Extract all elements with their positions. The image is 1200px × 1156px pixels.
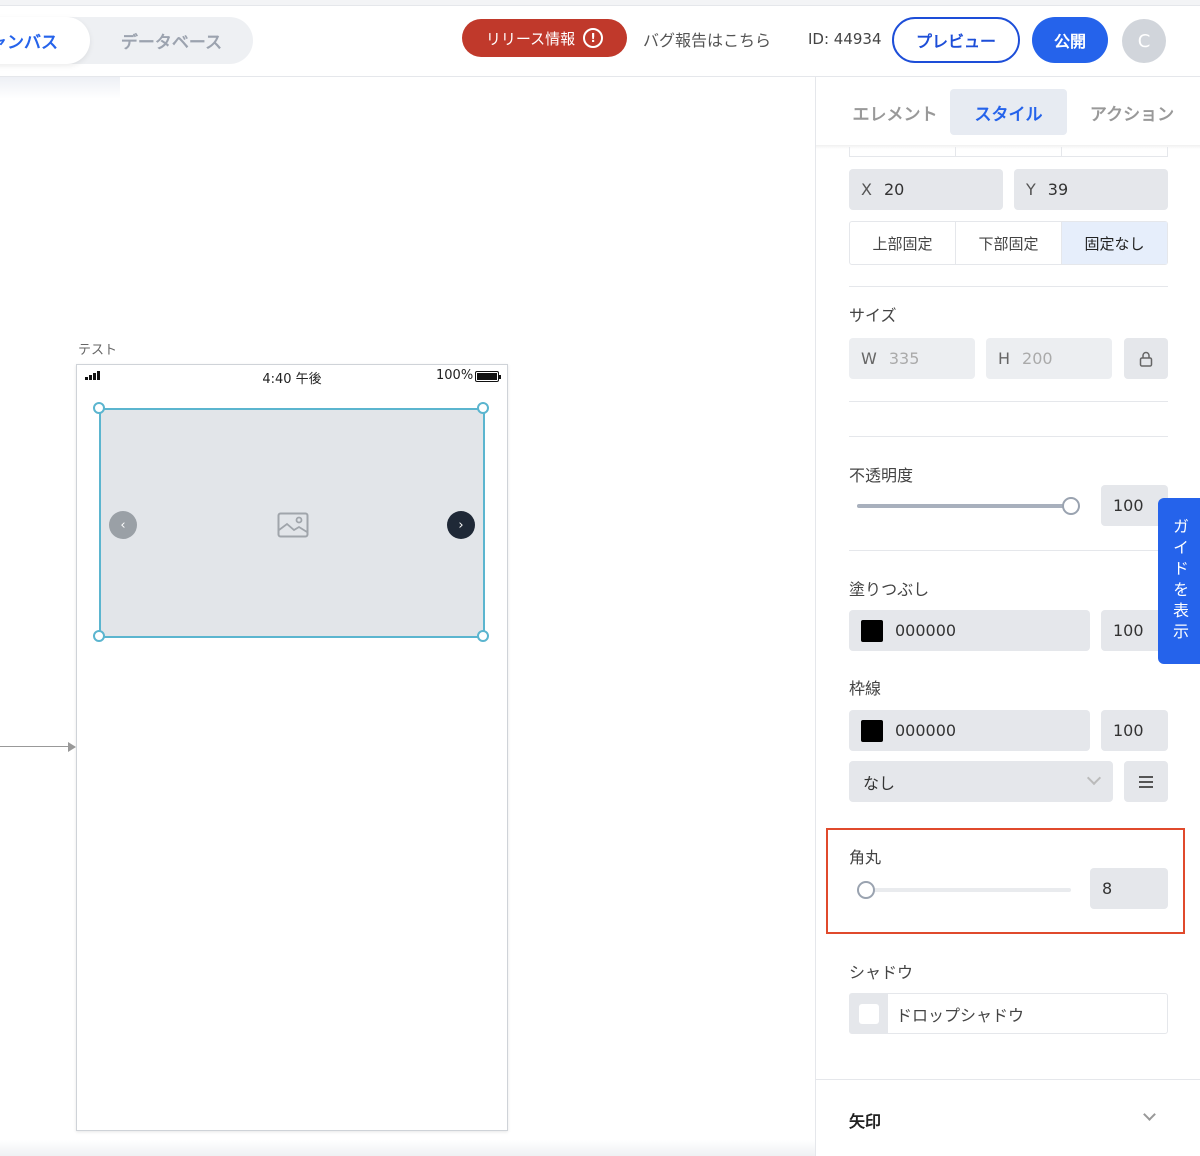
drop-shadow-option[interactable]: ドロップシャドウ [849, 993, 1168, 1034]
corner-radius-value: 8 [1102, 879, 1113, 898]
border-style-value: なし [863, 773, 896, 793]
phone-screen[interactable]: 4:40 午後 100% ‹ › [76, 364, 508, 1131]
y-value: 39 [1047, 180, 1069, 199]
opacity-value: 100 [1113, 496, 1144, 515]
opacity-slider-fill [857, 504, 1071, 508]
fill-color-value: 000000 [895, 621, 957, 640]
status-bar: 4:40 午後 100% [77, 365, 507, 387]
w-label: W [861, 349, 877, 368]
chevron-down-icon [1086, 770, 1102, 786]
anchor-bottom-option[interactable]: 下部固定 [956, 222, 1062, 264]
corner-radius-slider[interactable] [857, 881, 1071, 899]
corner-radius-input[interactable]: 8 [1090, 868, 1168, 909]
properties-panel: エレメント スタイル アクション X 20 Y 39 上部固定 下部固定 固定な… [815, 77, 1200, 1156]
resize-handle-top-left[interactable] [93, 402, 105, 414]
border-color-field[interactable]: 000000 [849, 710, 1090, 751]
release-info-label: リリース情報 [485, 29, 576, 48]
arrow-section-label: 矢印 [849, 1112, 882, 1131]
anchor-top-option[interactable]: 上部固定 [850, 222, 956, 264]
border-color-swatch[interactable] [861, 719, 883, 742]
battery-percent: 100% [436, 368, 474, 383]
border-label: 枠線 [849, 679, 882, 698]
tab-style[interactable]: スタイル [950, 89, 1067, 135]
divider [849, 550, 1168, 551]
show-guide-button[interactable]: ガイドを表示 [1158, 498, 1200, 664]
y-label: Y [1026, 180, 1036, 199]
project-id: ID: 44934 [808, 30, 882, 48]
avatar[interactable]: C [1122, 19, 1166, 63]
drop-shadow-checkbox-wrap [850, 994, 888, 1033]
canvas-shadow [0, 77, 120, 99]
top-bar: ャンバス データベース リリース情報 ! バグ報告はこちら ID: 44934 … [0, 6, 1200, 77]
divider [849, 401, 1168, 402]
bug-report-link[interactable]: バグ報告はこちら [643, 27, 771, 51]
border-style-select[interactable]: なし [849, 761, 1113, 802]
x-position-field[interactable]: X 20 [849, 169, 1003, 210]
divider [849, 286, 1168, 287]
mode-database-tab[interactable]: データベース [90, 17, 253, 64]
divider [849, 436, 1168, 437]
fill-color-field[interactable]: 000000 [849, 610, 1090, 651]
shadow-label: シャドウ [849, 963, 914, 982]
border-width-button[interactable] [1124, 761, 1168, 802]
width-field[interactable]: W 335 [849, 338, 975, 379]
opacity-slider[interactable] [857, 497, 1080, 515]
screen-label: テスト [78, 343, 118, 358]
fill-color-swatch[interactable] [861, 619, 883, 642]
connector-arrow-icon [68, 742, 76, 752]
carousel-prev-button[interactable]: ‹ [109, 511, 137, 539]
x-value: 20 [883, 180, 905, 199]
carousel-element[interactable]: ‹ › [93, 402, 489, 642]
connector-line [0, 746, 70, 747]
mode-toggle: ャンバス データベース [0, 17, 253, 64]
mode-canvas-tab[interactable]: ャンバス [0, 17, 90, 64]
resize-handle-top-right[interactable] [477, 402, 489, 414]
border-color-value: 000000 [895, 721, 957, 740]
opacity-slider-thumb[interactable] [1062, 497, 1080, 515]
lock-icon [1139, 351, 1153, 367]
drop-shadow-checkbox[interactable] [859, 1003, 879, 1024]
anchor-none-option[interactable]: 固定なし [1062, 222, 1167, 264]
tab-action[interactable]: アクション [1076, 89, 1188, 135]
anchor-segmented-control: 上部固定 下部固定 固定なし [849, 221, 1168, 265]
chevron-down-icon [1143, 1108, 1156, 1121]
battery-icon [475, 371, 501, 382]
fill-label: 塗りつぶし [849, 580, 930, 599]
panel-tabs: エレメント スタイル アクション [816, 77, 1200, 147]
h-label: H [998, 349, 1011, 368]
corner-radius-slider-thumb[interactable] [857, 881, 875, 899]
resize-handle-bottom-right[interactable] [477, 630, 489, 642]
w-value: 335 [888, 349, 920, 368]
aspect-lock-button[interactable] [1124, 338, 1168, 379]
alert-circle-icon: ! [583, 28, 604, 48]
y-position-field[interactable]: Y 39 [1014, 169, 1168, 210]
corner-radius-label: 角丸 [849, 848, 882, 867]
canvas-area[interactable]: テスト 4:40 午後 100% ‹ › [0, 77, 815, 1156]
menu-lines-icon [1139, 775, 1153, 778]
border-opacity-value: 100 [1113, 721, 1144, 740]
fill-opacity-value: 100 [1113, 621, 1144, 640]
h-value: 200 [1022, 349, 1053, 368]
drop-shadow-label: ドロップシャドウ [896, 1005, 1025, 1025]
size-label: サイズ [849, 306, 897, 325]
preview-button[interactable]: プレビュー [892, 17, 1020, 63]
publish-button[interactable]: 公開 [1032, 17, 1108, 63]
resize-handle-bottom-left[interactable] [93, 630, 105, 642]
image-icon [277, 512, 309, 538]
canvas-bottom-fade [0, 1140, 815, 1156]
x-label: X [861, 180, 872, 199]
release-info-button[interactable]: リリース情報 ! [462, 19, 627, 57]
height-field[interactable]: H 200 [986, 338, 1112, 379]
arrow-section[interactable]: 矢印 [816, 1079, 1200, 1156]
tab-element[interactable]: エレメント [838, 89, 952, 135]
partial-segment-row [849, 147, 1168, 157]
border-opacity-input[interactable]: 100 [1101, 710, 1168, 751]
opacity-label: 不透明度 [849, 466, 914, 485]
carousel-next-button[interactable]: › [447, 511, 475, 539]
